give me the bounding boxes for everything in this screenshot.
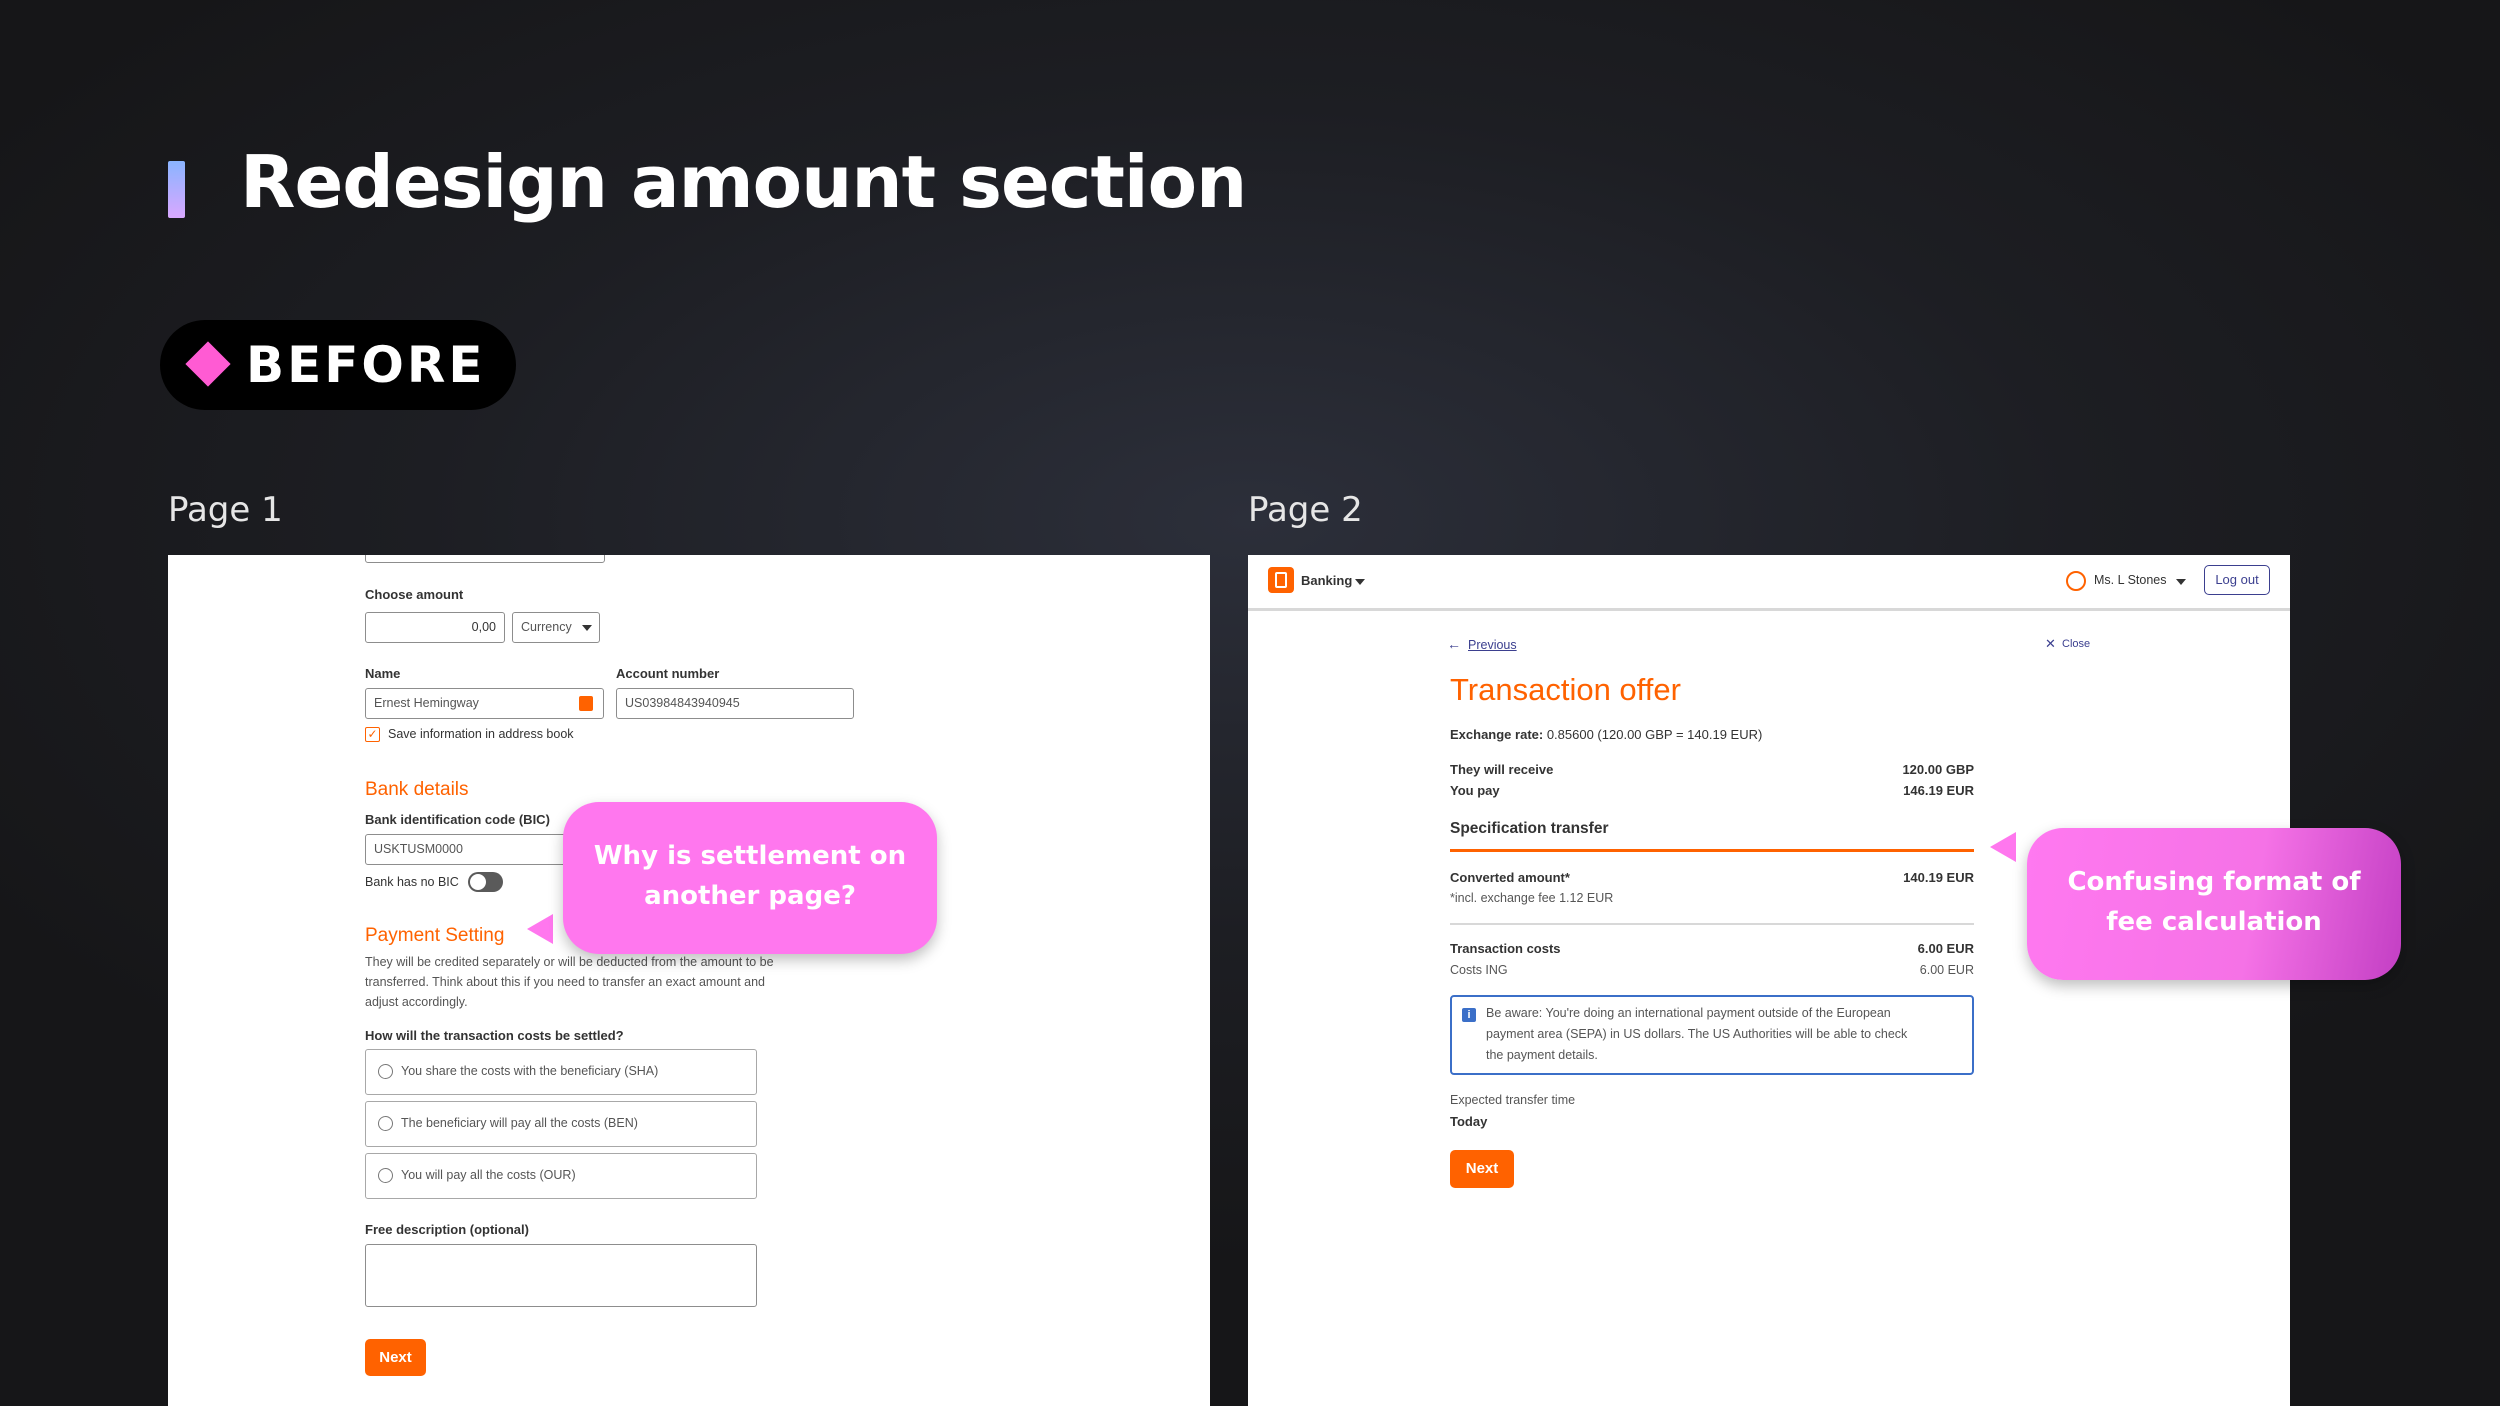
converted-amount-value: 140.19 EUR [1903,870,1974,885]
before-badge-label: BEFORE [246,336,486,394]
page-1-screenshot: Choose amount 0,00 Currency Name Ernest … [168,555,1210,1406]
exchange-rate-label: Exchange rate: [1450,727,1544,742]
bic-value: USKTUSM0000 [374,842,463,856]
bank-details-heading: Bank details [365,779,469,800]
page-2-screenshot: Banking Ms. L Stones Log out ← Previous … [1248,555,2290,1406]
info-icon: i [1462,1008,1476,1022]
save-info-label: Save information in address book [388,727,574,741]
settlement-question: How will the transaction costs be settle… [365,1028,624,1043]
transaction-costs-label: Transaction costs [1450,941,1561,956]
amount-input[interactable]: 0,00 [365,612,505,643]
transaction-costs-value: 6.00 EUR [1917,941,1974,956]
payment-desc-line-1: They will be credited separately or will… [365,955,774,969]
radio-button[interactable] [378,1168,393,1183]
sepa-info-box: i Be aware: You're doing an internationa… [1450,995,1974,1075]
chevron-down-icon [582,625,592,631]
info-line-2: payment area (SEPA) in US dollars. The U… [1486,1027,1908,1041]
pay-label: You pay [1450,783,1500,798]
annotation-pointer [527,914,553,944]
payment-desc-line-3: adjust accordingly. [365,995,468,1009]
divider [1450,923,1974,925]
lion-mark [1275,572,1287,588]
expected-time-label: Expected transfer time [1450,1093,1576,1107]
account-number-value: US03984843940945 [625,696,740,710]
chevron-down-icon[interactable] [1355,579,1365,585]
option-ben[interactable]: The beneficiary will pay all the costs (… [365,1101,757,1147]
choose-amount-label: Choose amount [365,587,464,602]
close-icon[interactable]: ✕ [2045,636,2056,652]
annotation-bubble-fee-format: Confusing format of fee calculation [2027,828,2401,980]
page-2-label: Page 2 [1248,490,1363,530]
chevron-down-icon[interactable] [2176,579,2186,585]
no-bic-toggle[interactable] [468,872,503,892]
page-1-label: Page 1 [168,490,283,530]
no-bic-label: Bank has no BIC [365,875,459,889]
annotation-bubble-settlement: Why is settlement on another page? [563,802,937,954]
annotation-pointer [1990,832,2016,862]
bank-logo-icon [1268,567,1294,593]
annotation-line-1: Why is settlement on [593,841,907,871]
nav-banking-label[interactable]: Banking [1301,573,1352,588]
exchange-rate-value: 0.85600 (120.00 GBP = 140.19 EUR) [1546,727,1763,742]
specification-heading: Specification transfer [1450,820,1609,837]
annotation-line-2: another page? [644,881,856,911]
exchange-fee-note: *incl. exchange fee 1.12 EUR [1450,891,1614,905]
title-accent-bar [168,161,185,218]
spec-divider [1450,849,1974,852]
account-number-label: Account number [616,666,720,681]
logout-button[interactable]: Log out [2204,565,2270,595]
previous-link[interactable]: Previous [1468,638,1517,652]
expected-time-value: Today [1450,1114,1488,1129]
annotation-line-2: fee calculation [2106,907,2322,937]
option-label: The beneficiary will pay all the costs (… [401,1116,638,1130]
radio-button[interactable] [378,1116,393,1131]
free-description-label: Free description (optional) [365,1222,529,1237]
bic-label: Bank identification code (BIC) [365,812,550,827]
currency-label: Currency [521,620,572,634]
option-sha[interactable]: You share the costs with the beneficiary… [365,1049,757,1095]
next-button[interactable]: Next [365,1339,426,1376]
option-our[interactable]: You will pay all the costs (OUR) [365,1153,757,1199]
save-checkbox[interactable]: ✓ [365,727,380,742]
account-number-input[interactable]: US03984843940945 [616,688,854,719]
user-name[interactable]: Ms. L Stones [2094,573,2167,587]
name-label: Name [365,666,401,681]
option-label: You share the costs with the beneficiary… [401,1064,659,1078]
info-line-3: the payment details. [1486,1048,1598,1062]
arrow-left-icon[interactable]: ← [1447,636,1461,652]
user-avatar-icon[interactable] [2066,571,2086,591]
info-line-1: Be aware: You're doing an international … [1486,1006,1891,1020]
payment-setting-heading: Payment Setting [365,925,505,946]
annotation-line-1: Confusing format of [2067,867,2361,897]
free-description-textarea[interactable] [365,1244,757,1307]
name-input[interactable]: Ernest Hemingway [365,688,604,719]
currency-select[interactable]: Currency [512,612,600,643]
costs-ing-label: Costs ING [1450,963,1508,977]
receive-label: They will receive [1450,762,1554,777]
exchange-rate-row: Exchange rate: 0.85600 (120.00 GBP = 140… [1450,727,1762,742]
payment-desc-line-2: transferred. Think about this if you nee… [365,975,766,989]
top-nav: Banking Ms. L Stones Log out [1248,555,2290,611]
radio-button[interactable] [378,1064,393,1079]
next-button[interactable]: Next [1450,1150,1514,1188]
close-link[interactable]: Close [2062,638,2090,650]
amount-value: 0,00 [471,620,496,634]
name-value: Ernest Hemingway [374,696,479,710]
address-book-icon[interactable] [579,696,593,711]
costs-ing-value: 6.00 EUR [1919,963,1974,977]
toggle-knob [470,874,486,890]
previous-field[interactable] [365,555,605,563]
pay-value: 146.19 EUR [1903,783,1974,798]
page-title: Redesign amount section [240,140,1247,224]
transaction-offer-title: Transaction offer [1450,672,1681,707]
converted-amount-label: Converted amount* [1450,870,1570,885]
option-label: You will pay all the costs (OUR) [401,1168,576,1182]
receive-value: 120.00 GBP [1902,762,1974,777]
